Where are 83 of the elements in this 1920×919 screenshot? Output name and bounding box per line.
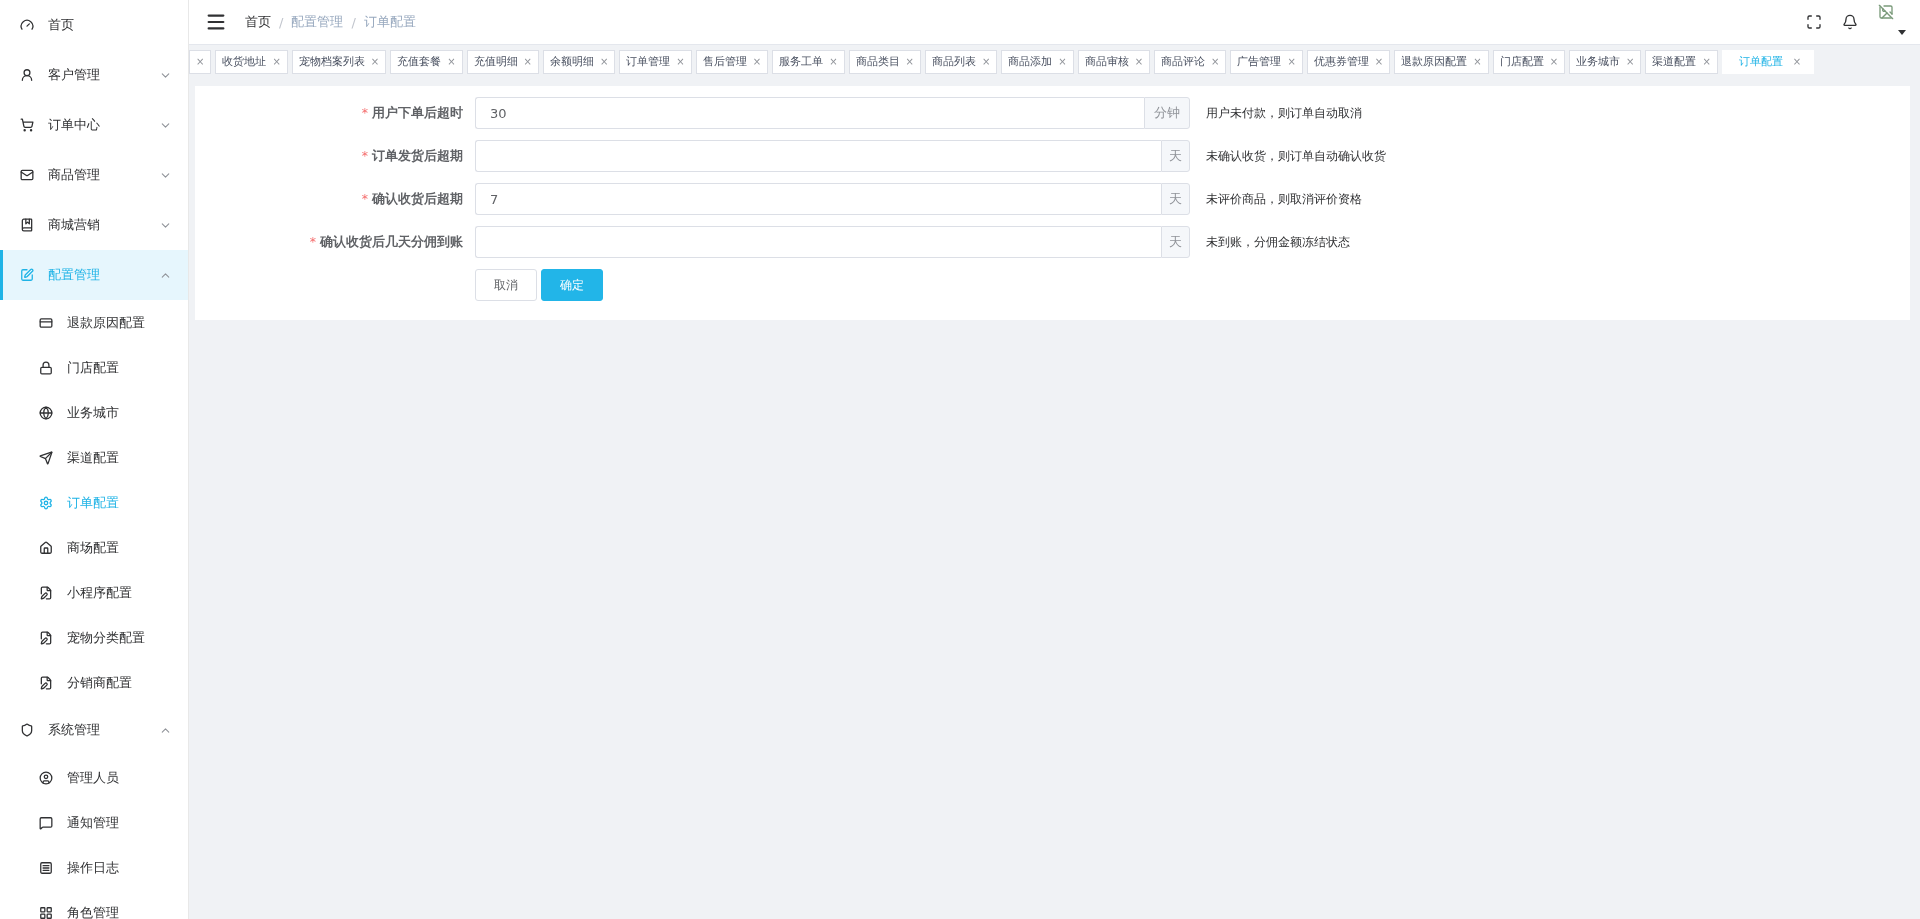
sidebar-item[interactable]: 商城营销 — [0, 200, 188, 250]
file-edit-icon — [39, 630, 53, 645]
sidebar-item[interactable]: 客户管理 — [0, 50, 188, 100]
breadcrumb-separator: / — [351, 14, 356, 30]
sidebar-subitem[interactable]: 管理人员 — [0, 755, 188, 800]
input-field[interactable]: 30 — [475, 97, 1144, 129]
field-hint: 未到账，分佣金额冻结状态 — [1206, 233, 1350, 251]
unit-addon: 天 — [1161, 183, 1190, 215]
tab[interactable]: 商品审核 × — [1077, 49, 1151, 74]
tab[interactable]: 余额明细 × — [542, 49, 616, 74]
breadcrumb-item: 订单配置 — [363, 13, 416, 31]
sidebar-subitem[interactable]: 操作日志 — [0, 845, 188, 890]
sidebar-item[interactable]: 首页 — [0, 0, 188, 50]
field-hint: 未确认收货，则订单自动确认收货 — [1206, 147, 1386, 165]
input-field[interactable] — [475, 140, 1161, 172]
sidebar-item[interactable]: 商品管理 — [0, 150, 188, 200]
tab[interactable]: 业务城市 × — [1569, 49, 1642, 74]
settings-icon — [39, 495, 53, 510]
shield-icon — [20, 723, 34, 737]
tab[interactable]: 商品评论 × — [1154, 49, 1227, 74]
bell-icon[interactable] — [1842, 14, 1858, 30]
edit-icon — [20, 268, 34, 282]
breadcrumb-item[interactable]: 首页 — [245, 13, 271, 31]
tab[interactable]: 充值明细 × — [466, 49, 539, 74]
tab[interactable]: 广告管理 × — [1230, 49, 1303, 74]
input-field[interactable]: 7 — [475, 183, 1161, 215]
cart-icon — [20, 118, 34, 132]
send-icon — [39, 450, 53, 465]
tab[interactable]: 宠物档案列表 × — [291, 49, 387, 74]
tab[interactable]: 商品类目 × — [848, 49, 921, 74]
sidebar-subitem[interactable]: 退款原因配置 — [0, 300, 188, 345]
tab[interactable]: 退款原因配置 × — [1394, 49, 1489, 74]
tab[interactable]: 充值套餐 × — [390, 49, 463, 74]
lock-icon — [39, 360, 53, 375]
user-icon — [20, 68, 34, 82]
bookmark-icon — [20, 218, 34, 232]
sidebar-item[interactable]: 系统管理 — [0, 705, 188, 755]
unit-addon: 天 — [1161, 140, 1190, 172]
grid-icon — [39, 905, 53, 919]
sidebar-subitem[interactable]: 分销商配置 — [0, 660, 188, 705]
menu-icon[interactable] — [205, 11, 227, 33]
home-icon — [39, 540, 53, 555]
unit-addon: 分钟 — [1144, 97, 1190, 129]
caret-down-icon[interactable] — [1898, 30, 1906, 35]
field-hint: 未评价商品，则取消评价资格 — [1206, 190, 1362, 208]
tab[interactable]: 门店配置 × — [1492, 49, 1566, 74]
broken-image-icon[interactable] — [1878, 4, 1894, 20]
file-edit-icon — [39, 675, 53, 690]
field-label: * 确认收货后超期 — [360, 190, 464, 208]
sidebar-subitem[interactable]: 渠道配置 — [0, 435, 188, 480]
tab[interactable]: 收货地址 × — [215, 49, 288, 74]
tab[interactable]: 服务工单 × — [772, 49, 845, 74]
sidebar-subitem[interactable]: 商场配置 — [0, 525, 188, 570]
globe-icon — [39, 405, 53, 420]
breadcrumb-separator: / — [279, 14, 284, 30]
mail-icon — [20, 168, 34, 182]
sidebar-subitem[interactable]: 业务城市 — [0, 390, 188, 435]
user-circle-icon — [39, 770, 53, 785]
field-hint: 用户未付款，则订单自动取消 — [1206, 104, 1362, 122]
sidebar-subitem[interactable]: 小程序配置 — [0, 570, 188, 615]
tab[interactable]: 渠道配置 × — [1645, 49, 1718, 74]
cancel-button[interactable]: 取消 — [475, 269, 537, 301]
tab[interactable]: 商品添加 × — [1001, 49, 1074, 74]
field-label: * 确认收货后几天分佣到账 — [308, 233, 464, 251]
sidebar-subitem[interactable]: 角色管理 — [0, 890, 188, 919]
tab[interactable]: 优惠券管理 × — [1306, 49, 1391, 74]
message-icon — [39, 815, 53, 830]
unit-addon: 天 — [1161, 226, 1190, 258]
card-icon — [39, 315, 53, 330]
gauge-icon — [20, 18, 34, 32]
tab[interactable]: 商品列表 × — [924, 49, 998, 74]
field-label: * 用户下单后超时 — [360, 104, 464, 122]
tab[interactable]: 售后管理 × — [695, 49, 769, 74]
tab[interactable]: 订单管理 × — [619, 49, 692, 74]
fullscreen-icon[interactable] — [1806, 14, 1822, 30]
file-edit-icon — [39, 585, 53, 600]
input-field[interactable] — [475, 226, 1161, 258]
field-label: * 订单发货后超期 — [360, 147, 464, 165]
sidebar-subitem[interactable]: 通知管理 — [0, 800, 188, 845]
sidebar-item[interactable]: 订单中心 — [0, 100, 188, 150]
square-icon — [39, 860, 53, 875]
sidebar-subitem[interactable]: 宠物分类配置 — [0, 615, 188, 660]
sidebar-subitem[interactable]: 门店配置 — [0, 345, 188, 390]
